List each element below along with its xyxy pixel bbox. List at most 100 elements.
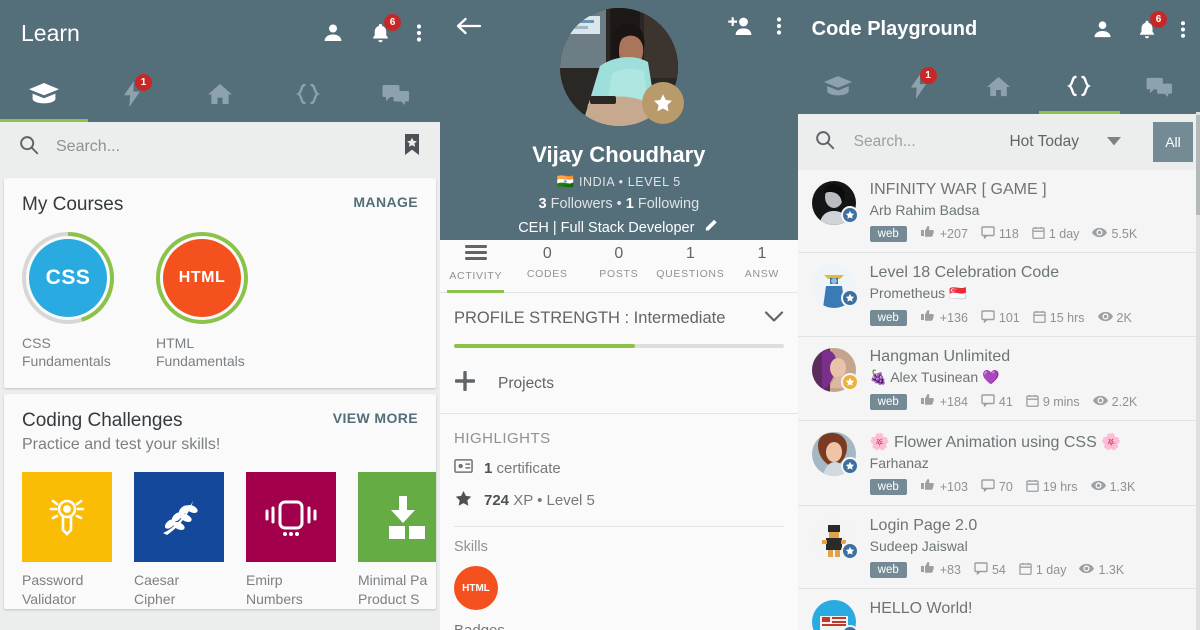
post-author[interactable]: Arb Rahim Badsa bbox=[870, 202, 1186, 218]
more-vertical-icon[interactable] bbox=[416, 21, 422, 45]
comment-icon bbox=[981, 478, 995, 495]
more-vertical-icon[interactable] bbox=[1180, 18, 1186, 41]
bell-icon[interactable]: 6 bbox=[1136, 10, 1167, 41]
post-author[interactable]: 🍇 Alex Tusinean 💜 bbox=[870, 369, 1186, 386]
challenge-item[interactable]: Emirp Numbers bbox=[246, 472, 336, 609]
sort-select-value[interactable]: Hot Today bbox=[1009, 133, 1079, 151]
certificate-count: 1 bbox=[484, 459, 493, 477]
search-input[interactable]: Search... bbox=[56, 138, 386, 156]
course-item[interactable]: HTML HTML Fundamentals bbox=[156, 232, 252, 370]
back-arrow-icon[interactable] bbox=[456, 15, 482, 42]
following-count: 1 bbox=[625, 196, 634, 212]
tab-playground[interactable] bbox=[1039, 58, 1120, 114]
manage-button[interactable]: MANAGE bbox=[353, 194, 418, 210]
search-icon[interactable] bbox=[814, 129, 836, 156]
post-title[interactable]: INFINITY WAR [ GAME ] bbox=[870, 181, 1186, 199]
followers-count: 3 bbox=[538, 196, 547, 212]
tab-playground[interactable] bbox=[264, 66, 352, 122]
challenge-label: Minimal Pa Product S bbox=[358, 572, 428, 608]
view-more-button[interactable]: VIEW MORE bbox=[333, 410, 418, 426]
tab-learn[interactable] bbox=[0, 66, 88, 122]
post-time: 1 day bbox=[1032, 226, 1079, 242]
tab-count: 1 bbox=[757, 245, 767, 262]
avatar[interactable] bbox=[559, 8, 684, 126]
challenge-item[interactable]: Minimal Pa Product S bbox=[358, 472, 436, 609]
post-author[interactable]: Prometheus 🇸🇬 bbox=[870, 285, 1186, 302]
profile-strength-bar bbox=[454, 344, 784, 348]
post-tag[interactable]: web bbox=[869, 393, 907, 410]
avatar bbox=[811, 600, 859, 630]
more-vertical-icon[interactable] bbox=[776, 14, 782, 43]
laurel-branch-icon bbox=[134, 472, 224, 563]
thumbs-icon bbox=[920, 478, 936, 495]
list-item[interactable]: HELLO World! bbox=[797, 589, 1200, 630]
post-views: 5.5K bbox=[1092, 227, 1137, 241]
tab-questions[interactable]: 1 QUESTIONS bbox=[655, 240, 727, 292]
tab-posts[interactable]: 0 POSTS bbox=[583, 240, 655, 292]
tab-active-indicator bbox=[1039, 111, 1120, 114]
add-projects-row[interactable]: Projects bbox=[454, 370, 784, 397]
skill-chip[interactable]: HTML bbox=[454, 566, 498, 610]
post-title[interactable]: Login Page 2.0 bbox=[870, 517, 1186, 535]
tab-answers[interactable]: 1 ANSW bbox=[726, 240, 798, 292]
list-item[interactable]: 🌸 Flower Animation using CSS 🌸 Farhanaz … bbox=[797, 421, 1200, 506]
app-screen: Learn 6 1 Search... My Courses MANAGE CS… bbox=[0, 0, 1200, 630]
pencil-icon[interactable] bbox=[704, 219, 719, 236]
list-item[interactable]: Hangman Unlimited 🍇 Alex Tusinean 💜 web … bbox=[797, 337, 1200, 421]
post-tag[interactable]: web bbox=[869, 225, 907, 242]
profile-strength-label: PROFILE STRENGTH : Intermediate bbox=[454, 309, 726, 327]
post-author[interactable]: Farhanaz bbox=[870, 455, 1186, 471]
post-votes: +136 bbox=[920, 309, 968, 326]
bell-icon[interactable]: 6 bbox=[369, 14, 401, 45]
post-title[interactable]: HELLO World! bbox=[870, 600, 1186, 618]
eye-icon bbox=[1079, 563, 1095, 577]
profile-strength-section: PROFILE STRENGTH : Intermediate Projects bbox=[440, 292, 798, 413]
post-title[interactable]: 🌸 Flower Animation using CSS 🌸 bbox=[870, 432, 1186, 452]
eye-icon bbox=[1092, 395, 1108, 409]
challenge-item[interactable]: Caesar Cipher bbox=[134, 472, 224, 609]
learn-search-bar[interactable]: Search... bbox=[0, 122, 440, 172]
tab-home[interactable] bbox=[959, 58, 1039, 114]
tab-badge: 1 bbox=[135, 74, 152, 91]
profile-icon[interactable] bbox=[1091, 18, 1114, 41]
post-title[interactable]: Level 18 Celebration Code bbox=[870, 264, 1186, 282]
comment-icon bbox=[981, 309, 995, 326]
post-title[interactable]: Hangman Unlimited bbox=[870, 348, 1186, 366]
profile-icon[interactable] bbox=[321, 21, 345, 45]
tab-challenges[interactable]: 1 bbox=[878, 58, 958, 114]
course-item[interactable]: CSS CSS Fundamentals bbox=[22, 232, 118, 370]
tab-challenges[interactable]: 1 bbox=[88, 66, 176, 122]
tab-activity[interactable]: ACTIVITY bbox=[440, 240, 512, 293]
highlights-section: HIGHLIGHTS 1 certificate 724 XP • Level … bbox=[440, 413, 798, 630]
bookmark-star-icon[interactable] bbox=[402, 133, 422, 162]
tab-learn[interactable] bbox=[798, 58, 878, 114]
course-progress-ring: HTML bbox=[156, 232, 248, 324]
list-item[interactable]: Login Page 2.0 Sudeep Jaiswal web +83 54… bbox=[797, 506, 1200, 589]
tab-codes[interactable]: 0 CODES bbox=[512, 240, 584, 292]
scrollbar-thumb[interactable] bbox=[1196, 115, 1200, 215]
calendar-icon bbox=[1033, 310, 1046, 326]
list-item[interactable]: INFINITY WAR [ GAME ] Arb Rahim Badsa we… bbox=[797, 170, 1200, 253]
avatar bbox=[811, 432, 859, 476]
post-author[interactable]: Sudeep Jaiswal bbox=[870, 538, 1186, 554]
challenge-item[interactable]: Password Validator bbox=[22, 472, 112, 609]
chevron-down-icon[interactable] bbox=[1107, 133, 1121, 151]
page-title: Code Playground bbox=[811, 17, 978, 40]
tab-discuss[interactable] bbox=[1120, 58, 1200, 114]
filter-all-button[interactable]: All bbox=[1153, 122, 1193, 162]
profile-name: Vijay Choudhary bbox=[532, 142, 706, 167]
chevron-down-icon[interactable] bbox=[764, 310, 784, 328]
playground-panel: Code Playground 6 1 Search... Hot Today … bbox=[797, 0, 1200, 630]
comment-icon bbox=[981, 225, 995, 242]
thumbs-icon bbox=[920, 561, 936, 578]
list-item[interactable]: Level 18 Celebration Code Prometheus 🇸🇬 … bbox=[797, 253, 1200, 337]
post-tag[interactable]: web bbox=[869, 478, 907, 495]
certificate-label: certificate bbox=[496, 459, 561, 477]
person-add-icon[interactable] bbox=[727, 15, 754, 42]
tab-discuss[interactable] bbox=[352, 66, 440, 122]
tab-home[interactable] bbox=[176, 66, 264, 122]
post-tag[interactable]: web bbox=[869, 309, 907, 326]
search-input[interactable]: Search... bbox=[854, 133, 916, 151]
post-tag[interactable]: web bbox=[869, 561, 907, 578]
post-comments: 101 bbox=[981, 309, 1020, 326]
